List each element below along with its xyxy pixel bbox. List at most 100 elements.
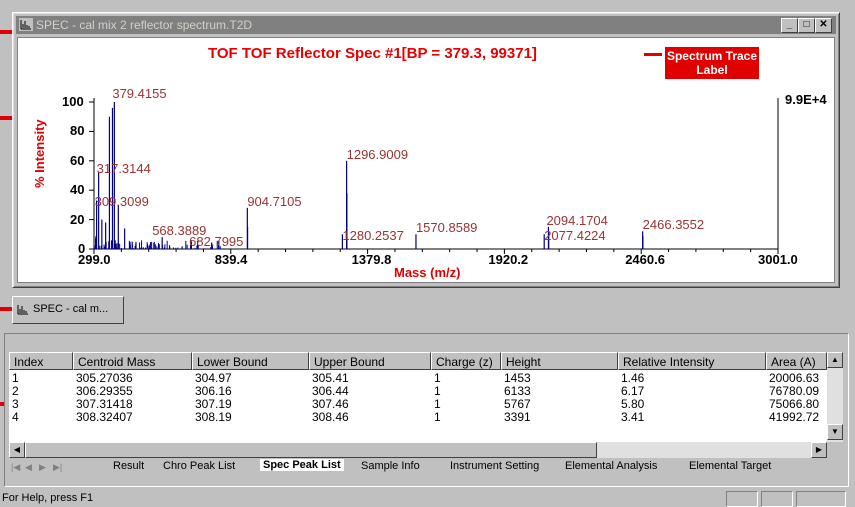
column-header[interactable]: Area (A) [766,352,827,370]
table-cell[interactable]: 4 [12,411,72,424]
table-cell[interactable]: 41992.72 [769,411,826,424]
column-header[interactable]: Lower Bound [192,352,309,370]
peak-label: 2077.4224 [544,228,606,244]
peak-label: 682.7995 [189,234,244,250]
tab-instrument-setting[interactable]: Instrument Setting [450,460,539,472]
scroll-up-icon[interactable]: ▲ [827,352,843,368]
scroll-left-icon[interactable]: ◀ [9,442,25,458]
table-cell[interactable]: 307.31418 [76,398,191,411]
column-header[interactable]: Index [9,352,73,370]
y-tick-label: 40 [70,182,85,198]
spectrum-app-icon[interactable] [19,18,33,31]
table-cell[interactable]: 307.19 [195,398,308,411]
tab-sample-info[interactable]: Sample Info [361,460,420,472]
tab-nav-icon[interactable]: |◀ [11,462,20,473]
y-tick-label: 100 [62,94,84,109]
table-cell[interactable]: 6133 [504,385,617,398]
peak-label: 1296.9009 [346,146,409,162]
close-icon: ✕ [819,19,828,30]
peak-label: 1280.2537 [342,228,404,244]
tab-elemental-target[interactable]: Elemental Target [689,460,771,472]
table-cell[interactable]: 308.46 [312,411,430,424]
table-cell[interactable]: 1 [434,372,500,385]
tab-nav-icon[interactable]: ▶ [39,462,46,473]
minimize-icon: _ [786,19,793,30]
table-cell[interactable]: 305.27036 [76,372,191,385]
table-cell[interactable]: 1 [434,398,500,411]
table-cell[interactable]: 306.44 [312,385,430,398]
tab-nav-icon[interactable]: ▶| [53,462,62,473]
y-tick-label: 60 [70,152,85,168]
maximize-icon: □ [803,19,810,30]
tab-spec-peak-list[interactable]: Spec Peak List [260,459,344,471]
peak-list-table[interactable]: Index 1 2 3 4 Centroid Mass 305.27036 306.29355… [9,352,827,442]
status-bar: For Help, press F1 [0,489,855,507]
scroll-down-icon[interactable]: ▼ [827,424,843,440]
table-cell[interactable]: 75066.80 [769,398,826,411]
x-tick-label: 839.4 [214,252,248,267]
table-cell[interactable]: 3391 [504,411,617,424]
table-cell[interactable]: 1.46 [621,372,765,385]
peak-label: 2466.3552 [642,217,705,233]
tab-chro-peak-list[interactable]: Chro Peak List [163,460,235,472]
peak-label: 2094.1704 [546,212,608,228]
table-cell[interactable]: 308.19 [195,411,308,424]
column-header[interactable]: Relative Intensity [618,352,766,370]
spectrum-plot[interactable]: TOF TOF Reflector Spec #1[BP = 379.3, 99… [17,37,835,283]
peak-label: 379.4155 [112,86,167,101]
minimized-spectrum-tab[interactable]: SPEC - cal m... [12,296,124,324]
column-header[interactable]: Charge (z) [431,352,501,370]
minimized-tab-label: SPEC - cal m... [33,303,109,315]
window-titlebar[interactable]: SPEC - cal mix 2 reflector spectrum.T2D … [16,16,836,34]
table-cell[interactable]: 1 [12,372,72,385]
y-tick-label: 20 [70,211,85,227]
peak-list-panel[interactable]: Index 1 2 3 4 Centroid Mass 305.27036 306.29355… [4,333,849,487]
horizontal-scroll-thumb[interactable] [25,442,597,458]
spectrum-window[interactable]: SPEC - cal mix 2 reflector spectrum.T2D … [12,12,840,288]
table-cell[interactable]: 3 [12,398,72,411]
scroll-right-icon[interactable]: ▶ [811,442,827,458]
x-tick-label: 2460.6 [625,252,665,267]
status-pane-1 [726,491,758,507]
horizontal-scrollbar[interactable]: ◀ ▶ [9,442,827,458]
table-cell[interactable]: 1 [434,385,500,398]
y-tick-label: 80 [70,123,85,139]
table-cell[interactable]: 305.41 [312,372,430,385]
tab-nav-icon[interactable]: ◀ [25,462,32,473]
table-cell[interactable]: 306.16 [195,385,308,398]
minimize-button[interactable]: _ [781,18,798,33]
table-cell[interactable]: 5.80 [621,398,765,411]
table-cell[interactable]: 76780.09 [769,385,826,398]
vertical-scrollbar[interactable]: ▲ ▼ [827,352,843,442]
peak-label: 1570.8589 [415,220,478,236]
sheet-tabs[interactable]: |◀ ◀ ▶ ▶| Result Chro Peak List Spec Peak List… [9,459,843,477]
table-cell[interactable]: 1 [434,411,500,424]
table-cell[interactable]: 307.46 [312,398,430,411]
peak-label: 904.7105 [247,193,302,209]
column-header[interactable]: Height [501,352,618,370]
table-cell[interactable]: 20006.63 [769,372,826,385]
column-header[interactable]: Upper Bound [309,352,431,370]
table-cell[interactable]: 306.29355 [76,385,191,398]
table-cell[interactable]: 6.17 [621,385,765,398]
table-cell[interactable]: 304.97 [195,372,308,385]
x-tick-label: 3001.0 [758,252,798,267]
table-cell[interactable]: 1453 [504,372,617,385]
x-tick-label: 1920.2 [488,252,529,267]
tab-elemental-analysis[interactable]: Elemental Analysis [565,460,657,472]
table-cell[interactable]: 2 [12,385,72,398]
status-pane-3 [796,491,846,507]
column-header[interactable]: Centroid Mass [73,352,192,370]
spectrum-tab-icon [16,303,30,319]
table-cell[interactable]: 5767 [504,398,617,411]
peak-label: 309.3099 [94,194,149,210]
maximize-button[interactable]: □ [798,18,815,33]
peak-label: 317.3144 [96,160,151,176]
close-button[interactable]: ✕ [815,18,832,33]
table-cell[interactable]: 308.32407 [76,411,191,424]
x-tick-label: 299.0 [78,252,111,267]
table-cell[interactable]: 3.41 [621,411,765,424]
status-text: For Help, press F1 [2,492,94,504]
tab-result[interactable]: Result [113,460,144,472]
x-tick-label: 1379.8 [351,252,392,267]
